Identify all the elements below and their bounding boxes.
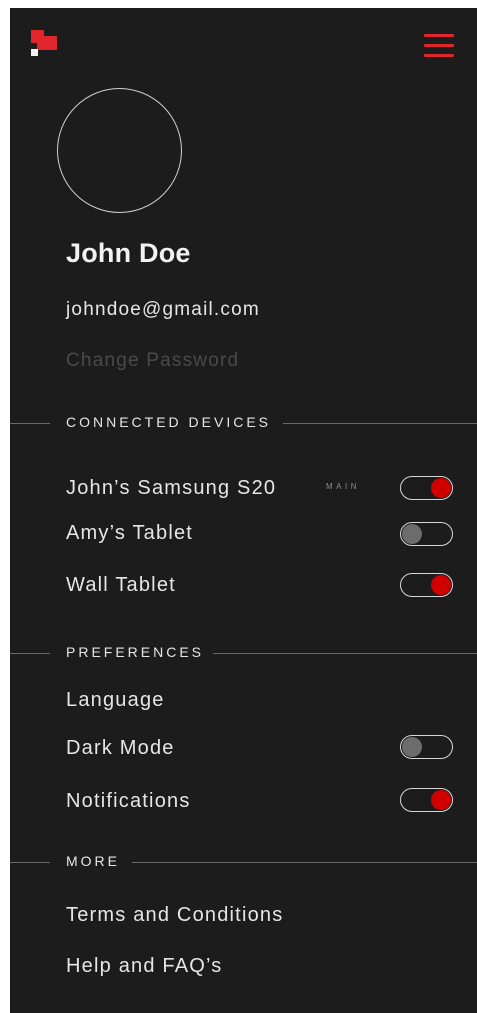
device-toggle-amys-tablet[interactable] bbox=[400, 522, 453, 546]
device-item-label[interactable]: John’s Samsung S20 bbox=[66, 477, 276, 500]
toggle-knob bbox=[431, 789, 451, 810]
user-name: John Doe bbox=[66, 238, 191, 268]
notifications-label[interactable]: Notifications bbox=[66, 790, 191, 813]
toggle-knob bbox=[431, 477, 451, 498]
device-toggle-wall-tablet[interactable] bbox=[400, 573, 453, 597]
toggle-knob bbox=[402, 736, 422, 757]
change-password-link[interactable]: Change Password bbox=[66, 350, 239, 372]
user-email: johndoe@gmail.com bbox=[66, 299, 260, 320]
divider bbox=[213, 653, 477, 654]
device-item-label[interactable]: Amy’s Tablet bbox=[66, 522, 193, 545]
settings-drawer: John Doe johndoe@gmail.com Change Passwo… bbox=[10, 8, 477, 1013]
divider bbox=[132, 862, 477, 863]
avatar[interactable] bbox=[57, 88, 182, 213]
language-item[interactable]: Language bbox=[66, 689, 165, 712]
main-device-badge: MAIN bbox=[326, 482, 360, 491]
dark-mode-label[interactable]: Dark Mode bbox=[66, 737, 175, 760]
divider bbox=[10, 653, 50, 654]
hamburger-menu-icon[interactable] bbox=[424, 34, 454, 60]
logo-icon[interactable] bbox=[31, 30, 57, 56]
toggle-knob bbox=[402, 523, 422, 544]
section-title: MORE bbox=[66, 853, 120, 869]
device-item-label[interactable]: Wall Tablet bbox=[66, 574, 176, 597]
section-more: MORE bbox=[10, 853, 477, 873]
help-faq-link[interactable]: Help and FAQ’s bbox=[66, 955, 223, 978]
divider bbox=[283, 423, 477, 424]
divider bbox=[10, 862, 50, 863]
section-preferences: PREFERENCES bbox=[10, 644, 477, 664]
notifications-toggle[interactable] bbox=[400, 788, 453, 812]
dark-mode-toggle[interactable] bbox=[400, 735, 453, 759]
toggle-knob bbox=[431, 574, 451, 595]
device-toggle-samsung[interactable] bbox=[400, 476, 453, 500]
divider bbox=[10, 423, 50, 424]
section-title: CONNECTED DEVICES bbox=[66, 414, 272, 430]
section-connected-devices: CONNECTED DEVICES bbox=[10, 414, 477, 434]
section-title: PREFERENCES bbox=[66, 644, 205, 660]
terms-link[interactable]: Terms and Conditions bbox=[66, 904, 283, 927]
